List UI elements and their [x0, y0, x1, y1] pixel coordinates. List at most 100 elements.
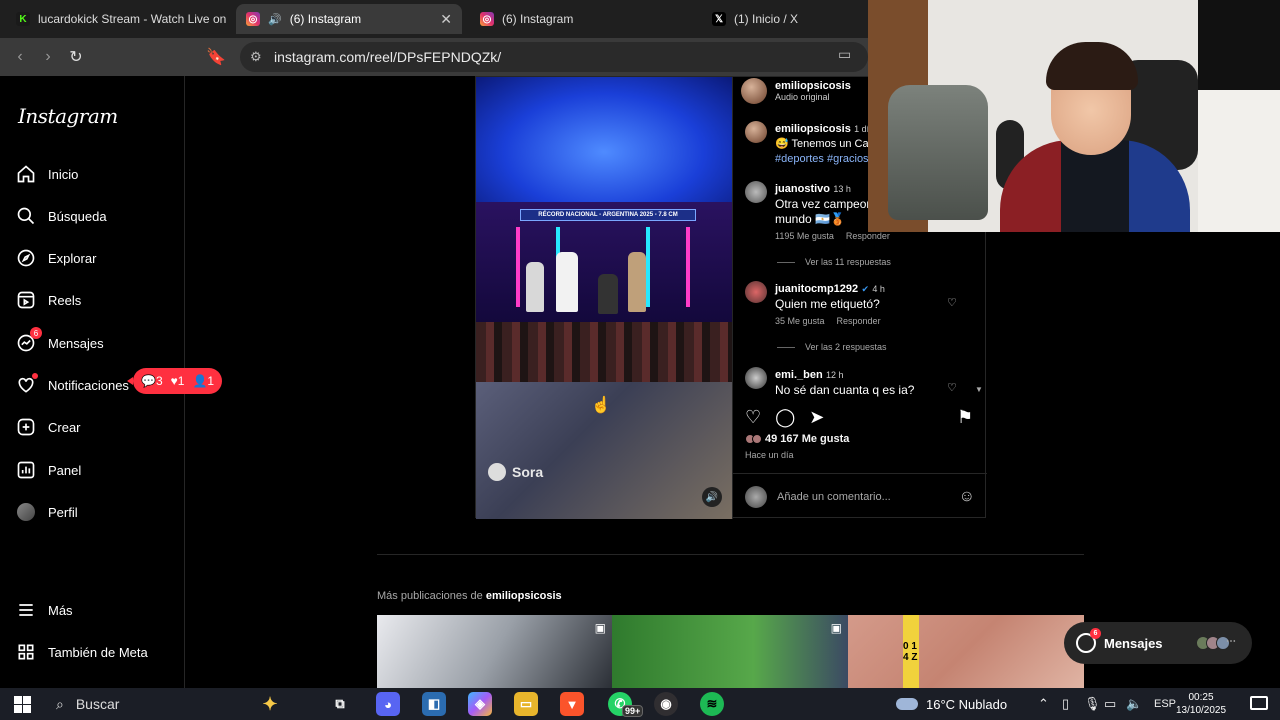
reel-video[interactable]: RÉCORD NACIONAL - ARGENTINA 2025 - 7.8 C… — [476, 77, 732, 519]
site-settings-icon[interactable]: ⚙ — [250, 49, 262, 65]
back-icon[interactable]: ‹ — [6, 43, 34, 71]
comment-likes[interactable]: 1195 Me gusta — [775, 231, 834, 241]
network-icon[interactable]: ▭ — [1104, 688, 1116, 720]
view-replies[interactable]: Ver las 2 respuestas — [777, 342, 887, 352]
sidebar-item-label: Explorar — [48, 250, 97, 266]
view-replies[interactable]: Ver las 11 respuestas — [777, 257, 891, 267]
reply-button[interactable]: Responder — [846, 231, 890, 241]
volume-icon[interactable]: 🔈 — [1126, 688, 1142, 720]
whatsapp-icon[interactable]: ✆ 99+ — [608, 692, 644, 717]
sidebar-item-label: Perfil — [48, 504, 78, 520]
comment-username[interactable]: emi._ben — [775, 369, 823, 381]
tray-expand-icon[interactable]: ⌃ — [1038, 688, 1049, 720]
avatar[interactable] — [745, 367, 767, 389]
like-comment-icon[interactable]: ♡ — [947, 381, 957, 394]
avatar[interactable] — [745, 181, 767, 203]
share-icon[interactable]: ➤ — [809, 407, 824, 428]
sidebar-item-mas[interactable]: Más — [16, 594, 73, 626]
comment-username[interactable]: juanostivo — [775, 183, 830, 195]
brave-icon[interactable]: ▼ — [560, 692, 584, 716]
search-icon: ⌕ — [56, 695, 64, 712]
save-icon[interactable]: ⚑ — [957, 407, 973, 428]
reload-icon[interactable]: ↻ — [62, 43, 90, 71]
like-icon[interactable]: ♡ — [745, 407, 761, 428]
emoji-icon[interactable]: ☺ — [959, 488, 975, 506]
sidebar-item-panel[interactable]: Panel — [16, 454, 81, 486]
explorer-icon[interactable]: ▭ — [514, 692, 538, 716]
language-indicator[interactable]: ESP — [1154, 688, 1176, 720]
sidebar-item-crear[interactable]: Crear — [16, 411, 81, 443]
tray-app-icon[interactable]: ▯ — [1062, 688, 1069, 720]
tab-instagram-active[interactable]: ◎ 🔊 (6) Instagram ✕ — [236, 4, 462, 34]
sidebar-item-perfil[interactable]: Perfil — [16, 496, 78, 528]
avatar[interactable] — [745, 121, 767, 143]
obs-icon[interactable]: ◉ — [654, 692, 678, 716]
more-post-thumbnail[interactable]: ▣ — [377, 615, 612, 688]
messenger-icon: 6 — [16, 327, 42, 353]
comment-likes[interactable]: 35 Me gusta — [775, 316, 825, 326]
app-icon[interactable]: ◧ — [422, 692, 446, 716]
volume-icon[interactable]: 🔊 — [702, 487, 722, 507]
avatar[interactable] — [741, 78, 767, 104]
more-posts-user[interactable]: emiliopsicosis — [486, 590, 562, 602]
comment-input[interactable]: Añade un comentario... — [777, 491, 891, 503]
address-bar[interactable]: ⚙ instagram.com/reel/DPsFEPNDQZk/ — [240, 42, 868, 72]
copilot-app-icon[interactable]: ◈ — [468, 692, 492, 716]
notification-center-icon[interactable] — [1250, 696, 1268, 710]
more-post-thumbnail[interactable]: 0 1 4 Z — [848, 615, 1084, 688]
forward-icon[interactable]: › — [34, 43, 62, 71]
sidebar-item-mensajes[interactable]: 6 Mensajes — [16, 327, 104, 359]
kick-icon: K — [16, 12, 30, 26]
sidebar-item-busqueda[interactable]: Búsqueda — [16, 200, 107, 232]
search-icon — [16, 206, 36, 226]
sidebar-item-meta[interactable]: También de Meta — [16, 636, 148, 668]
messages-floating-button[interactable]: 6 Mensajes ⋯ — [1064, 622, 1252, 664]
reply-button[interactable]: Responder — [837, 316, 881, 326]
copilot-icon[interactable]: ✦ — [258, 692, 282, 716]
sidebar-item-label: Crear — [48, 419, 81, 435]
taskview-icon[interactable]: ⧉ — [328, 692, 352, 716]
notification-summary-pill[interactable]: 💬3 ♥1 👤1 — [126, 368, 223, 394]
spotify-icon[interactable]: ≋ — [700, 692, 724, 716]
close-tab-icon[interactable]: ✕ — [440, 11, 452, 28]
comment-username[interactable]: juanitocmp1292 — [775, 283, 858, 295]
more-post-thumbnail[interactable]: ▣ — [612, 615, 848, 688]
comment-icon[interactable]: ◯ — [775, 407, 795, 428]
microphone-icon[interactable]: 🎙 — [1084, 688, 1101, 720]
sidebar-item-label: Notificaciones — [48, 377, 129, 393]
sidebar-item-explorar[interactable]: Explorar — [16, 242, 96, 274]
audio-icon[interactable]: 🔊 — [268, 13, 282, 26]
tab-instagram[interactable]: ◎ (6) Instagram — [470, 4, 696, 34]
like-comment-icon[interactable]: ♡ — [947, 296, 957, 309]
like-count[interactable]: 49 167 Me gusta — [745, 433, 849, 445]
x-icon: 𝕏 — [712, 12, 726, 26]
clock[interactable]: 00:25 13/10/2025 — [1176, 691, 1226, 717]
caption-username[interactable]: emiliopsicosis — [775, 123, 851, 135]
instagram-logo[interactable]: Instagram — [18, 104, 118, 128]
taskbar-search[interactable]: ⌕ Buscar — [48, 688, 248, 720]
post-actions: ♡ ◯ ➤ — [745, 407, 824, 428]
discord-icon[interactable]: ◕ — [376, 692, 400, 716]
sidebar-item-notificaciones[interactable]: Notificaciones — [16, 369, 129, 401]
scroll-down-icon[interactable]: ▼ — [975, 385, 983, 394]
bookmark-icon[interactable]: 🔖 — [202, 43, 230, 71]
follow-count: 👤1 — [192, 374, 215, 388]
weather-widget[interactable]: 16°C Nublado — [896, 688, 1007, 720]
sidebar-item-inicio[interactable]: Inicio — [16, 158, 78, 190]
audio-label[interactable]: Audio original — [775, 92, 851, 102]
cast-icon[interactable]: ▭ — [838, 46, 851, 63]
comment: emi._ben 12 h No sé dan cuanta q es ia? — [745, 367, 914, 398]
avatar[interactable] — [745, 281, 767, 303]
start-button[interactable] — [0, 688, 44, 720]
sora-watermark: Sora — [488, 463, 543, 481]
divider — [377, 554, 1084, 555]
verified-icon: ✔ — [861, 284, 870, 294]
tab-kick[interactable]: K lucardokick Stream - Watch Live on K — [6, 4, 228, 34]
author-username[interactable]: emiliopsicosis — [775, 80, 851, 92]
sidebar-item-reels[interactable]: Reels — [16, 284, 81, 316]
tab-x[interactable]: 𝕏 (1) Inicio / X — [702, 4, 868, 34]
person — [598, 274, 618, 314]
caption-hashtags[interactable]: #deportes #graciosc — [775, 152, 878, 167]
unread-badge: 6 — [1090, 628, 1101, 639]
sidebar-item-label: También de Meta — [48, 644, 148, 660]
